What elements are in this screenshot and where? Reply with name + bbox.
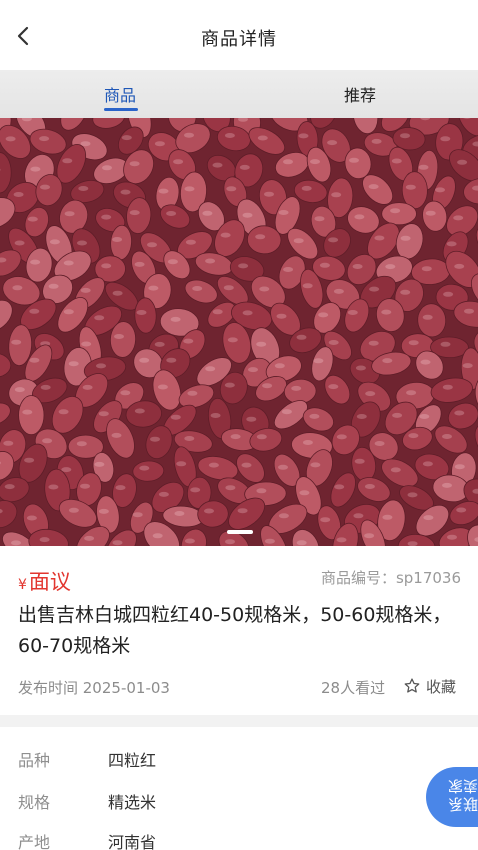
price-value: 面议: [28, 570, 71, 594]
star-icon: [404, 678, 420, 693]
spec-key: 产地: [18, 833, 51, 850]
tab-goods[interactable]: 商品: [104, 82, 136, 106]
currency-symbol: ¥: [18, 577, 27, 593]
spec-value: 四粒红: [108, 751, 157, 770]
product-code: 商品编号：sp17036: [320, 569, 461, 587]
contact-seller-button[interactable]: 联系卖家: [426, 767, 478, 827]
top-navigation-bar: 商品详情: [0, 0, 478, 70]
section-divider: [0, 715, 478, 727]
contact-seller-label: 联系卖家: [447, 777, 478, 813]
favorite-label: 收藏: [426, 677, 457, 696]
price: ¥面议: [18, 566, 71, 596]
product-title: 出售吉林白城四粒红40-50规格米，50-60规格米，60-70规格米: [18, 604, 452, 657]
carousel-indicator: [227, 530, 253, 534]
publish-time: 发布时间 2025-01-03: [18, 679, 170, 697]
product-image-carousel[interactable]: [0, 118, 478, 546]
spec-value: 河南省: [108, 833, 157, 850]
spec-value: 精选米: [108, 793, 157, 812]
spec-key: 规格: [18, 793, 51, 812]
tab-bar: 商品 推荐: [0, 70, 478, 118]
product-photo: [0, 118, 478, 546]
spec-key: 品种: [18, 751, 51, 770]
view-count: 28人看过: [321, 679, 386, 697]
page-title: 商品详情: [201, 29, 277, 50]
tab-recommend[interactable]: 推荐: [344, 82, 376, 106]
favorite-button[interactable]: 收藏: [403, 675, 456, 697]
active-tab-indicator: [104, 108, 138, 111]
